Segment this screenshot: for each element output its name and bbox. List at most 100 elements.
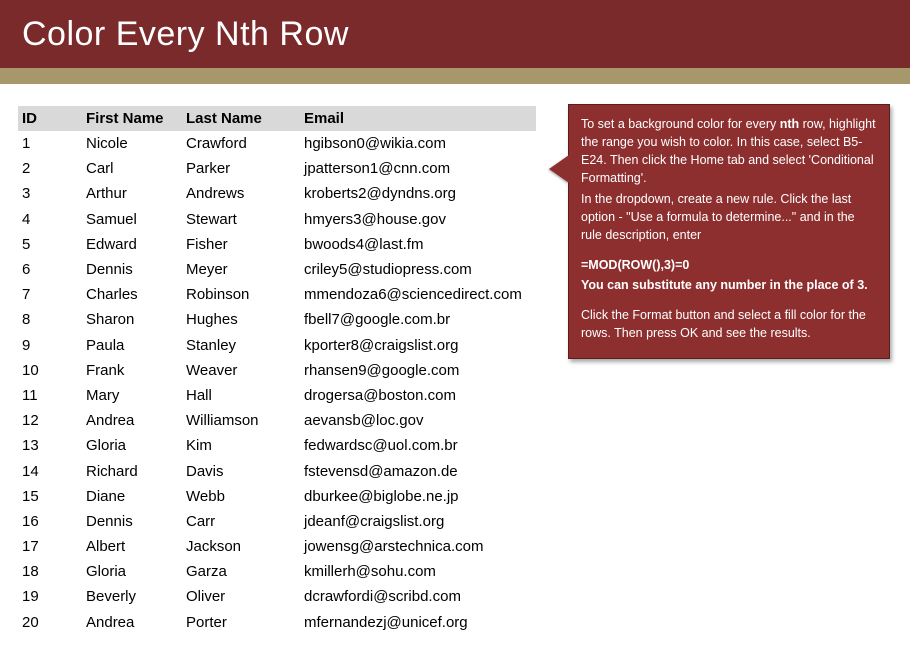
cell-last: Parker xyxy=(186,156,304,181)
cell-first: Paula xyxy=(86,333,186,358)
cell-id: 11 xyxy=(18,383,86,408)
cell-last: Meyer xyxy=(186,257,304,282)
cell-email: drogersa@boston.com xyxy=(304,383,536,408)
table-row: 1NicoleCrawfordhgibson0@wikia.com xyxy=(18,131,536,156)
cell-last: Hall xyxy=(186,383,304,408)
cell-id: 10 xyxy=(18,358,86,383)
cell-email: bwoods4@last.fm xyxy=(304,232,536,257)
cell-last: Stewart xyxy=(186,207,304,232)
callout-paragraph-2: In the dropdown, create a new rule. Clic… xyxy=(581,190,877,244)
table-row: 6DennisMeyercriley5@studiopress.com xyxy=(18,257,536,282)
cell-email: fedwardsc@uol.com.br xyxy=(304,433,536,458)
table-row: 9PaulaStanleykporter8@craigslist.org xyxy=(18,333,536,358)
cell-first: Gloria xyxy=(86,559,186,584)
cell-email: mmendoza6@sciencedirect.com xyxy=(304,282,536,307)
cell-first: Nicole xyxy=(86,131,186,156)
cell-id: 5 xyxy=(18,232,86,257)
cell-id: 19 xyxy=(18,584,86,609)
callout-bold-nth: nth xyxy=(780,117,799,131)
cell-last: Webb xyxy=(186,484,304,509)
cell-id: 15 xyxy=(18,484,86,509)
cell-id: 1 xyxy=(18,131,86,156)
cell-id: 17 xyxy=(18,534,86,559)
callout-subnote: You can substitute any number in the pla… xyxy=(581,276,877,294)
cell-id: 14 xyxy=(18,458,86,483)
cell-last: Oliver xyxy=(186,584,304,609)
cell-last: Crawford xyxy=(186,131,304,156)
cell-last: Garza xyxy=(186,559,304,584)
cell-last: Andrews xyxy=(186,181,304,206)
col-header-id: ID xyxy=(18,106,86,131)
page-header: Color Every Nth Row xyxy=(0,0,910,68)
cell-email: fstevensd@amazon.de xyxy=(304,458,536,483)
cell-email: dcrawfordi@scribd.com xyxy=(304,584,536,609)
col-header-email: Email xyxy=(304,106,536,131)
callout-pointer-icon xyxy=(549,155,569,183)
cell-email: aevansb@loc.gov xyxy=(304,408,536,433)
table-row: 15DianeWebbdburkee@biglobe.ne.jp xyxy=(18,484,536,509)
cell-last: Weaver xyxy=(186,358,304,383)
cell-id: 20 xyxy=(18,610,86,635)
col-header-last: Last Name xyxy=(186,106,304,131)
cell-last: Porter xyxy=(186,610,304,635)
cell-first: Frank xyxy=(86,358,186,383)
table-row: 11MaryHalldrogersa@boston.com xyxy=(18,383,536,408)
table-row: 13GloriaKimfedwardsc@uol.com.br xyxy=(18,433,536,458)
table-row: 20AndreaPortermfernandezj@unicef.org xyxy=(18,610,536,635)
cell-first: Albert xyxy=(86,534,186,559)
cell-id: 4 xyxy=(18,207,86,232)
content-area: ID First Name Last Name Email 1NicoleCra… xyxy=(0,86,910,655)
cell-email: kroberts2@dyndns.org xyxy=(304,181,536,206)
callout-text: To set a background color for every xyxy=(581,117,780,131)
cell-email: jowensg@arstechnica.com xyxy=(304,534,536,559)
table-row: 3ArthurAndrewskroberts2@dyndns.org xyxy=(18,181,536,206)
cell-first: Charles xyxy=(86,282,186,307)
cell-last: Fisher xyxy=(186,232,304,257)
cell-id: 18 xyxy=(18,559,86,584)
cell-id: 6 xyxy=(18,257,86,282)
cell-id: 16 xyxy=(18,509,86,534)
cell-id: 13 xyxy=(18,433,86,458)
cell-first: Gloria xyxy=(86,433,186,458)
callout-formula: =MOD(ROW(),3)=0 xyxy=(581,256,877,274)
cell-first: Diane xyxy=(86,484,186,509)
cell-last: Carr xyxy=(186,509,304,534)
data-table: ID First Name Last Name Email 1NicoleCra… xyxy=(18,106,536,635)
cell-first: Arthur xyxy=(86,181,186,206)
table-row: 18GloriaGarzakmillerh@sohu.com xyxy=(18,559,536,584)
cell-first: Richard xyxy=(86,458,186,483)
table-row: 8SharonHughesfbell7@google.com.br xyxy=(18,307,536,332)
cell-id: 3 xyxy=(18,181,86,206)
cell-first: Andrea xyxy=(86,610,186,635)
table-row: 16DennisCarrjdeanf@craigslist.org xyxy=(18,509,536,534)
cell-id: 12 xyxy=(18,408,86,433)
cell-email: dburkee@biglobe.ne.jp xyxy=(304,484,536,509)
cell-email: mfernandezj@unicef.org xyxy=(304,610,536,635)
table-row: 12AndreaWilliamsonaevansb@loc.gov xyxy=(18,408,536,433)
cell-last: Hughes xyxy=(186,307,304,332)
cell-last: Williamson xyxy=(186,408,304,433)
table-row: 5EdwardFisherbwoods4@last.fm xyxy=(18,232,536,257)
cell-first: Samuel xyxy=(86,207,186,232)
table-row: 14RichardDavisfstevensd@amazon.de xyxy=(18,458,536,483)
cell-last: Jackson xyxy=(186,534,304,559)
table-body: 1NicoleCrawfordhgibson0@wikia.com2CarlPa… xyxy=(18,131,536,635)
cell-email: fbell7@google.com.br xyxy=(304,307,536,332)
cell-email: kmillerh@sohu.com xyxy=(304,559,536,584)
cell-first: Carl xyxy=(86,156,186,181)
cell-email: kporter8@craigslist.org xyxy=(304,333,536,358)
cell-email: jdeanf@craigslist.org xyxy=(304,509,536,534)
cell-email: jpatterson1@cnn.com xyxy=(304,156,536,181)
cell-last: Robinson xyxy=(186,282,304,307)
table-row: 10FrankWeaverrhansen9@google.com xyxy=(18,358,536,383)
table-row: 7CharlesRobinsonmmendoza6@sciencedirect.… xyxy=(18,282,536,307)
cell-email: rhansen9@google.com xyxy=(304,358,536,383)
cell-email: hgibson0@wikia.com xyxy=(304,131,536,156)
cell-last: Kim xyxy=(186,433,304,458)
cell-id: 9 xyxy=(18,333,86,358)
cell-first: Beverly xyxy=(86,584,186,609)
cell-first: Mary xyxy=(86,383,186,408)
cell-first: Edward xyxy=(86,232,186,257)
cell-first: Sharon xyxy=(86,307,186,332)
cell-email: criley5@studiopress.com xyxy=(304,257,536,282)
